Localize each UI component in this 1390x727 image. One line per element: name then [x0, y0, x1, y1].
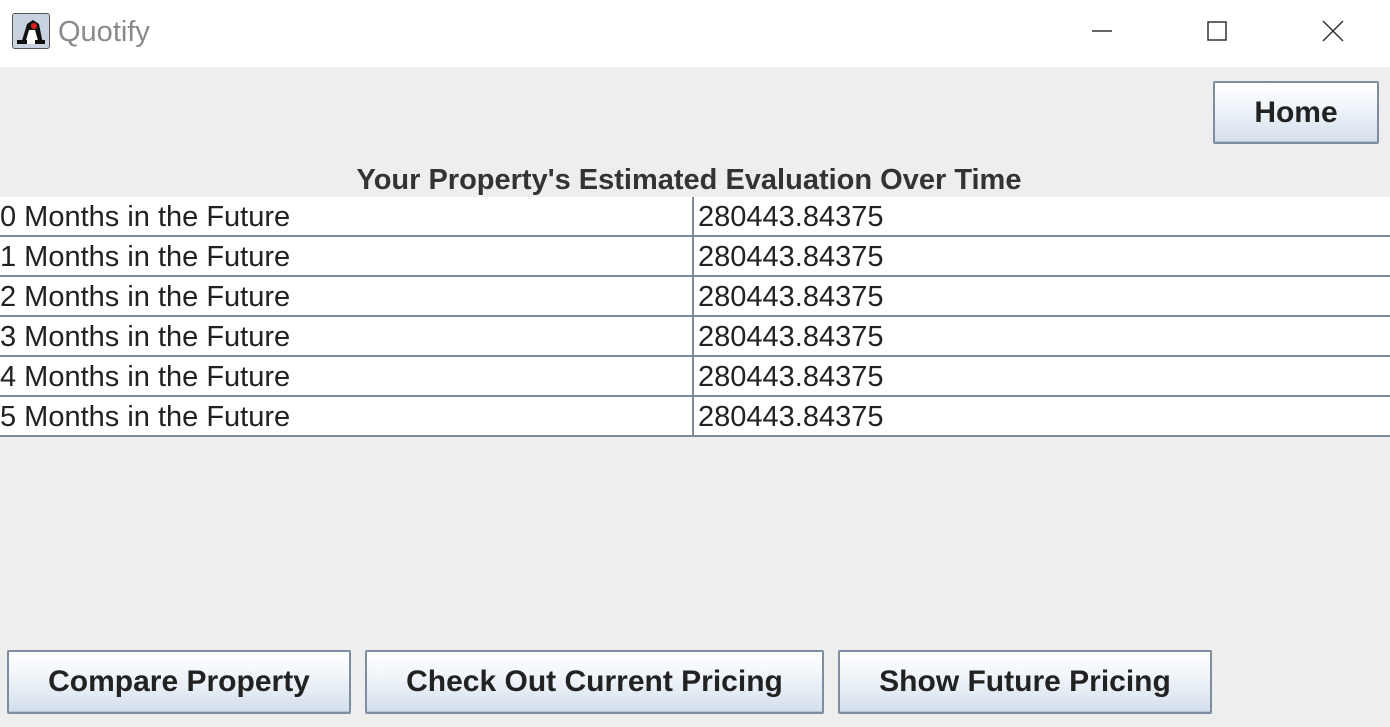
window-title: Quotify: [58, 16, 150, 48]
table-title: Your Property's Estimated Evaluation Ove…: [356, 164, 1022, 196]
maximize-icon: [1207, 21, 1227, 41]
maximize-button[interactable]: [1159, 0, 1275, 62]
value-cell[interactable]: 280443.84375: [694, 357, 1390, 395]
java-duke-icon: [12, 13, 50, 49]
period-cell[interactable]: 1 Months in the Future: [0, 237, 694, 275]
title-bar[interactable]: Quotify: [0, 0, 1390, 67]
table-row[interactable]: 0 Months in the Future 280443.84375: [0, 197, 1390, 237]
value-cell[interactable]: 280443.84375: [694, 277, 1390, 315]
app-window: Quotify Home Your Property's Estimated E…: [0, 0, 1390, 727]
close-button[interactable]: [1275, 0, 1390, 62]
table-row[interactable]: 4 Months in the Future 280443.84375: [0, 357, 1390, 397]
table-row[interactable]: 2 Months in the Future 280443.84375: [0, 277, 1390, 317]
compare-property-button[interactable]: Compare Property: [7, 650, 351, 714]
table-row[interactable]: 5 Months in the Future 280443.84375: [0, 397, 1390, 437]
future-pricing-button[interactable]: Show Future Pricing: [838, 650, 1212, 714]
period-cell[interactable]: 0 Months in the Future: [0, 197, 694, 235]
period-cell[interactable]: 4 Months in the Future: [0, 357, 694, 395]
value-cell[interactable]: 280443.84375: [694, 237, 1390, 275]
period-cell[interactable]: 2 Months in the Future: [0, 277, 694, 315]
table-row[interactable]: 1 Months in the Future 280443.84375: [0, 237, 1390, 277]
value-cell[interactable]: 280443.84375: [694, 197, 1390, 235]
period-cell[interactable]: 3 Months in the Future: [0, 317, 694, 355]
value-cell[interactable]: 280443.84375: [694, 317, 1390, 355]
home-button[interactable]: Home: [1213, 81, 1379, 144]
current-pricing-button[interactable]: Check Out Current Pricing: [365, 650, 824, 714]
close-icon: [1322, 20, 1344, 42]
table-row[interactable]: 3 Months in the Future 280443.84375: [0, 317, 1390, 357]
minimize-icon: [1092, 30, 1112, 32]
value-cell[interactable]: 280443.84375: [694, 397, 1390, 435]
minimize-button[interactable]: [1044, 0, 1160, 62]
valuation-table[interactable]: 0 Months in the Future 280443.84375 1 Mo…: [0, 197, 1390, 437]
period-cell[interactable]: 5 Months in the Future: [0, 397, 694, 435]
